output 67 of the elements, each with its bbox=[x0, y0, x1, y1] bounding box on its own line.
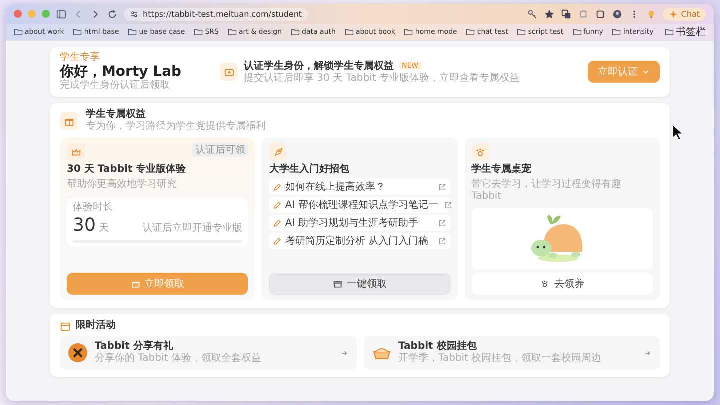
arrow-right-icon bbox=[643, 348, 652, 358]
event-title: Tabbit 分享有礼 bbox=[95, 341, 174, 352]
folder-icon bbox=[14, 28, 23, 36]
guide-link[interactable]: AI 帮你梳理课程知识点学习笔记一 bbox=[269, 197, 451, 214]
sidebar-icon[interactable] bbox=[56, 8, 67, 20]
folder-icon bbox=[517, 28, 526, 36]
folder-icon bbox=[572, 28, 582, 36]
event-description: 分享你的 Tabbit 体验，领取全套权益 bbox=[95, 353, 262, 366]
copy-icon[interactable] bbox=[595, 8, 606, 20]
folder-icon bbox=[128, 28, 138, 36]
folder-icon bbox=[612, 28, 622, 36]
status-badge: 认证后可领 bbox=[192, 143, 248, 158]
section-subtitle: 专为你，学习路径为学生党提供专属福利 bbox=[86, 121, 266, 134]
claim-all-button[interactable]: 一键领取 bbox=[269, 273, 451, 296]
duration-label: 体验时长 bbox=[73, 202, 114, 214]
paw-icon bbox=[540, 279, 550, 290]
folder-icon bbox=[404, 28, 414, 36]
section-title: 学生专属权益 bbox=[86, 109, 147, 120]
external-link-icon bbox=[438, 236, 447, 246]
welcome-subtitle: 完成学生身份认证后领取 bbox=[60, 80, 171, 92]
external-link-icon bbox=[438, 182, 447, 192]
arrow-right-icon bbox=[340, 348, 348, 358]
star-icon[interactable] bbox=[544, 8, 556, 20]
verify-title: 认证学生身份，解锁学生专属权益 bbox=[244, 60, 394, 72]
calendar-icon bbox=[60, 320, 71, 332]
event-item[interactable]: Tabbit 校园挂包 开学季，Tabbit 校园挂包，领取一套校园周边 bbox=[364, 336, 660, 370]
duration-unit: 天 bbox=[98, 223, 109, 236]
profile-icon[interactable] bbox=[612, 8, 624, 20]
folder-icon bbox=[291, 28, 300, 36]
event-description: 开学季，Tabbit 校园挂包，领取一套校园周边 bbox=[398, 353, 603, 366]
duration-note: 认证后立即开通专业版 bbox=[142, 223, 242, 236]
gift-box-icon bbox=[60, 112, 78, 130]
folder-icon bbox=[194, 28, 204, 36]
card-title: 大学生入门好招包 bbox=[269, 164, 350, 176]
bookmark[interactable]: 书签栏 bbox=[665, 25, 706, 39]
greeting: 你好，Morty Lab bbox=[60, 64, 183, 80]
external-link-icon bbox=[438, 218, 447, 228]
event-item[interactable]: Tabbit 分享有礼 分享你的 Tabbit 体验，领取全套权益 bbox=[60, 336, 356, 370]
chevron-down-icon bbox=[642, 68, 650, 76]
id-card-icon bbox=[220, 63, 238, 82]
folder-icon bbox=[344, 28, 354, 36]
reload-icon[interactable] bbox=[107, 8, 118, 20]
duration-value: 30 bbox=[73, 216, 96, 236]
guide-link[interactable]: 如何在线上提高效率？ bbox=[269, 179, 451, 196]
address-bar[interactable]: https://tabbit-test.meituan.com/student bbox=[124, 8, 308, 20]
key-icon[interactable] bbox=[527, 8, 538, 20]
site-settings-icon[interactable] bbox=[130, 10, 139, 18]
mouse-pointer-icon bbox=[672, 124, 684, 141]
card-description: 带它去学习，让学习过程变得有趣 Tabbit bbox=[472, 179, 623, 204]
card-title: 30 天 Tabbit 专业版体验 bbox=[67, 164, 188, 176]
guide-link[interactable]: AI 助学习规划与生涯考研助手 bbox=[269, 215, 451, 232]
folder-icon bbox=[73, 28, 82, 36]
paw-icon bbox=[472, 143, 490, 162]
card-title: 学生专属桌宠 bbox=[472, 164, 533, 176]
verify-description: 提交认证后即享 30 天 Tabbit 专业版体验，立即查看专属权益 bbox=[244, 73, 520, 86]
section-title: 限时活动 bbox=[76, 320, 116, 332]
adopt-button[interactable]: 去领养 bbox=[472, 273, 653, 296]
event-title: Tabbit 校园挂包 bbox=[398, 341, 478, 352]
folder-icon bbox=[665, 28, 674, 36]
sparkle-icon bbox=[669, 10, 678, 18]
external-link-icon bbox=[444, 200, 454, 210]
folder-icon bbox=[466, 28, 476, 36]
crown-icon bbox=[67, 143, 85, 162]
guide-link[interactable]: 考研简历定制分析 从入门入门稿 bbox=[269, 233, 451, 250]
eyebrow-label: 学生专享 bbox=[60, 52, 101, 64]
folder-icon bbox=[228, 28, 237, 36]
card-description: 帮助你更高效地学习研究 bbox=[67, 179, 178, 192]
